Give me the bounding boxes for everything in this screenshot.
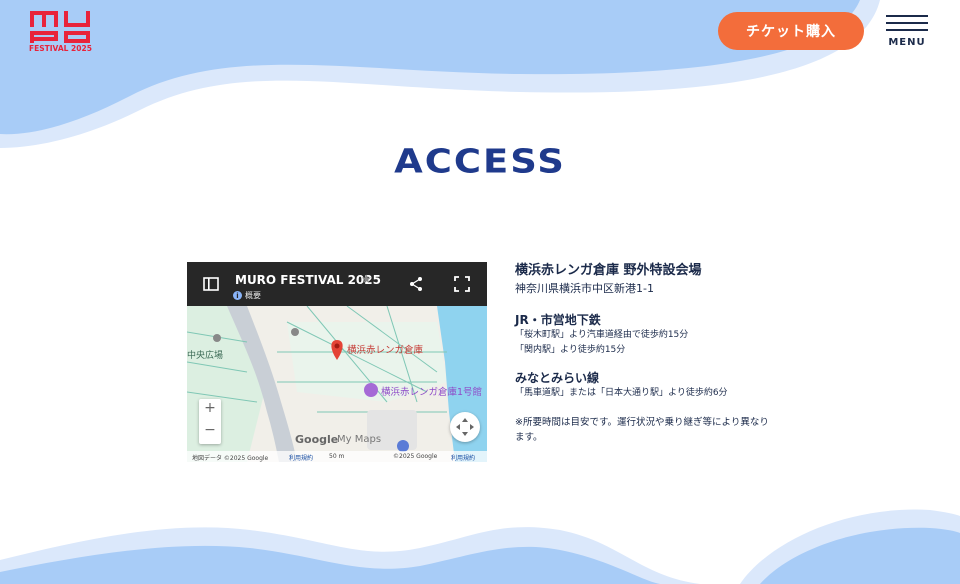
- transit-route: 「馬車道駅」または「日本大通り駅」より徒歩約6分: [515, 388, 728, 398]
- travel-time-note: ※所要時間は目安です。運行状況や乗り継ぎ等により異なります。: [515, 417, 769, 443]
- star-icon[interactable]: ★: [361, 272, 372, 286]
- map-scale: 50 m: [329, 453, 345, 460]
- map-footer: 地図データ ©2025 Google 利用規約 50 m ©2025 Googl…: [187, 451, 487, 462]
- copyright: ©2025 Google: [393, 453, 438, 460]
- place-label-building[interactable]: 横浜赤レンガ倉庫1号館: [381, 384, 482, 398]
- place-label-plaza: 中央広場: [187, 351, 224, 361]
- sidebar-toggle-icon[interactable]: [203, 277, 219, 291]
- hamburger-icon-line: [886, 15, 928, 17]
- section-title: ACCESS: [394, 142, 566, 181]
- fullscreen-icon[interactable]: [454, 276, 470, 292]
- move-icon: [456, 418, 474, 436]
- transit-block: JR・市営地下鉄 「桜木町駅」より汽車道経由で徒歩約15分 「関内駅」より徒歩約…: [515, 312, 795, 358]
- hamburger-icon-line: [886, 29, 928, 31]
- terms-link-right[interactable]: 利用規約: [451, 453, 475, 462]
- map-header: MURO FESTIVAL 2025 ★ i 概要: [187, 262, 487, 306]
- venue-name: 横浜赤レンガ倉庫 野外特設会場: [515, 263, 702, 278]
- transit-route: 「桜木町駅」より汽車道経由で徒歩約15分: [515, 330, 689, 340]
- menu-label: MENU: [888, 37, 926, 48]
- venue-address: 神奈川県横浜市中区新港1-1: [515, 282, 654, 295]
- google-logo: Google: [295, 433, 339, 446]
- access-info: 横浜赤レンガ倉庫 野外特設会場 神奈川県横浜市中区新港1-1 JR・市営地下鉄 …: [515, 262, 795, 445]
- menu-button[interactable]: MENU: [884, 14, 930, 50]
- mymaps-label: My Maps: [337, 434, 382, 445]
- zoom-in-button[interactable]: +: [199, 400, 221, 416]
- hamburger-icon-line: [886, 22, 928, 24]
- share-icon[interactable]: [408, 276, 424, 292]
- festival-logo[interactable]: FESTIVAL 2025: [29, 11, 94, 55]
- logo-subtitle: FESTIVAL 2025: [29, 44, 92, 53]
- map-overview[interactable]: i 概要: [233, 290, 261, 301]
- map-data-credit: 地図データ ©2025 Google: [192, 455, 269, 462]
- terms-link-left[interactable]: 利用規約: [289, 453, 313, 462]
- map-title[interactable]: MURO FESTIVAL 2025: [235, 273, 381, 287]
- place-label-venue[interactable]: 横浜赤レンガ倉庫: [347, 342, 423, 356]
- info-icon: i: [233, 291, 242, 300]
- zoom-controls: + −: [199, 399, 221, 444]
- transit-line: JR・市営地下鉄: [515, 313, 601, 327]
- buy-ticket-button[interactable]: チケット購入: [718, 12, 864, 50]
- zoom-out-button[interactable]: −: [199, 422, 221, 438]
- transit-route: 「関内駅」より徒歩約15分: [515, 345, 626, 355]
- recenter-button[interactable]: [450, 412, 480, 442]
- transit-line: みなとみらい線: [515, 371, 600, 385]
- embedded-map[interactable]: 中央広場 横浜赤レンガ倉庫 横浜赤レンガ倉庫1号館 MURO FESTIVAL …: [187, 262, 487, 462]
- transit-block: みなとみらい線 「馬車道駅」または「日本大通り駅」より徒歩約6分: [515, 370, 795, 401]
- overview-label: 概要: [245, 291, 261, 300]
